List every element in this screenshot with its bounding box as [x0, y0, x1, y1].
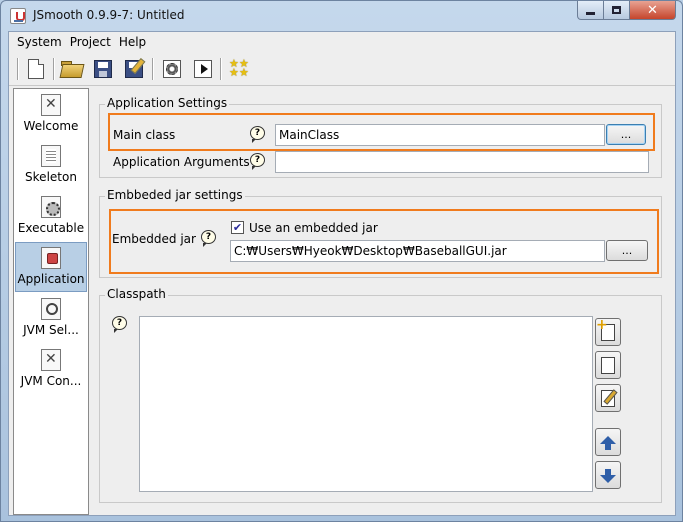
- arrow-down-icon: [600, 469, 616, 483]
- jvm-selection-icon: [41, 298, 61, 320]
- window-title: JSmooth 0.9.9-7: Untitled: [33, 8, 185, 22]
- arrow-up-icon: [600, 436, 616, 450]
- edit-document-icon: [601, 389, 615, 407]
- remove-classpath-button[interactable]: [595, 351, 621, 379]
- edit-classpath-button[interactable]: [595, 384, 621, 412]
- save-as-icon: [125, 60, 143, 78]
- save-icon: [94, 60, 112, 78]
- navigation-panel: Welcome Skeleton Executable Application …: [13, 88, 89, 515]
- nav-item-jvm-configuration[interactable]: JVM Con...: [15, 345, 87, 395]
- group-title: Application Settings: [105, 96, 230, 110]
- welcome-icon: [41, 94, 61, 116]
- menu-system[interactable]: System: [13, 35, 66, 49]
- help-icon[interactable]: ?: [112, 316, 127, 333]
- toolbar-separator: [17, 58, 19, 80]
- skeleton-icon: [41, 145, 61, 167]
- nav-label: JVM Con...: [20, 374, 82, 388]
- new-file-icon: [28, 59, 44, 79]
- document-icon: [601, 356, 615, 374]
- maximize-button[interactable]: [604, 1, 630, 20]
- new-button[interactable]: [23, 57, 49, 81]
- toolbar-separator: [152, 58, 154, 80]
- nav-label: Application: [17, 272, 85, 286]
- minimize-button[interactable]: [577, 1, 604, 20]
- client-area: System Project Help ★ ★ ★ ★ ✕ Welcome Sk…: [8, 31, 676, 516]
- application-arguments-label: Application Arguments: [113, 155, 250, 169]
- nav-label: Welcome: [23, 119, 79, 133]
- application-arguments-field[interactable]: [275, 151, 649, 173]
- compile-button[interactable]: [159, 57, 185, 81]
- nav-item-jvm-selection[interactable]: JVM Sel...: [15, 294, 87, 344]
- title-bar[interactable]: JSmooth 0.9.9-7: Untitled ✕: [1, 1, 682, 31]
- run-button[interactable]: [190, 57, 216, 81]
- menu-bar: System Project Help: [9, 32, 675, 52]
- move-down-button[interactable]: [595, 461, 621, 489]
- minimize-icon: [586, 12, 595, 15]
- classpath-list[interactable]: [139, 316, 593, 492]
- executable-icon: [41, 196, 61, 218]
- toolbar-separator: [53, 58, 55, 80]
- help-icon[interactable]: ?: [250, 153, 265, 170]
- group-title: Classpath: [105, 287, 168, 301]
- open-button[interactable]: [59, 57, 85, 81]
- add-document-icon: [596, 317, 615, 341]
- application-icon: [41, 247, 61, 269]
- move-up-button[interactable]: [595, 428, 621, 456]
- save-button[interactable]: [90, 57, 116, 81]
- nav-label: Skeleton: [25, 170, 77, 184]
- menu-project[interactable]: Project: [66, 35, 115, 49]
- about-stars-icon: ★ ★ ★ ★: [229, 57, 249, 79]
- nav-label: Executable: [17, 221, 85, 235]
- about-button[interactable]: ★ ★ ★ ★: [226, 57, 252, 81]
- toolbar: ★ ★ ★ ★: [9, 52, 675, 86]
- nav-item-skeleton[interactable]: Skeleton: [15, 141, 87, 191]
- java-app-icon: [10, 8, 26, 24]
- close-icon: ✕: [647, 2, 658, 18]
- app-window: JSmooth 0.9.9-7: Untitled ✕ System Proje…: [0, 0, 683, 522]
- nav-label: JVM Sel...: [23, 323, 79, 337]
- main-class-highlight: [108, 113, 655, 151]
- nav-item-executable[interactable]: Executable: [15, 192, 87, 242]
- application-panel: Application Settings Main class ? MainCl…: [93, 88, 673, 515]
- toolbar-separator: [220, 58, 222, 80]
- menu-help[interactable]: Help: [115, 35, 150, 49]
- nav-item-application[interactable]: Application: [15, 242, 87, 292]
- close-button[interactable]: ✕: [630, 1, 676, 20]
- save-as-button[interactable]: [121, 57, 147, 81]
- embedded-jar-highlight: [109, 209, 659, 274]
- add-classpath-button[interactable]: [595, 317, 621, 346]
- compile-gear-icon: [163, 60, 181, 78]
- nav-item-welcome[interactable]: Welcome: [15, 90, 87, 140]
- run-icon: [194, 60, 212, 78]
- open-folder-icon: [61, 61, 83, 77]
- group-title: Embbeded jar settings: [105, 188, 245, 202]
- maximize-icon: [612, 6, 621, 14]
- jvm-configuration-icon: [41, 349, 61, 371]
